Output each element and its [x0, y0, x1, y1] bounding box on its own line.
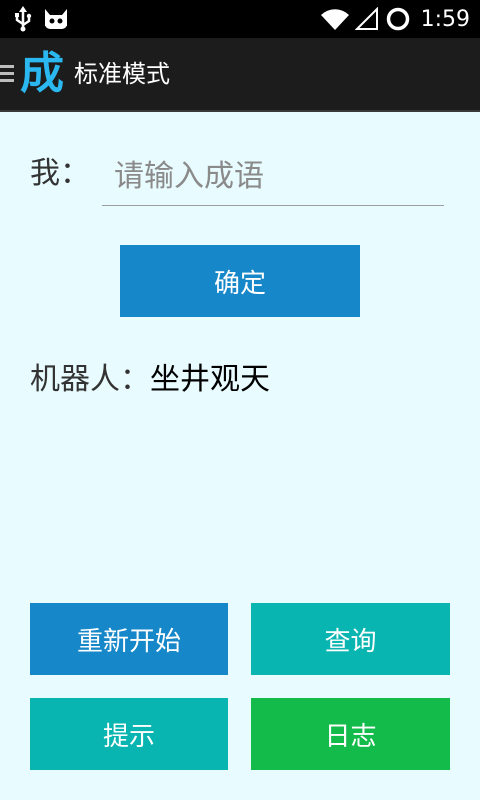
hint-button[interactable]: 提示 — [30, 698, 228, 770]
status-left-icons — [14, 4, 70, 34]
idiom-input[interactable] — [102, 148, 444, 206]
page-title: 标准模式 — [74, 60, 170, 88]
android-debug-icon — [45, 9, 67, 29]
app-logo[interactable]: 成 — [20, 44, 64, 104]
robot-answer: 坐井观天 — [150, 362, 270, 397]
usb-icon — [15, 6, 32, 32]
query-button[interactable]: 查询 — [251, 603, 450, 675]
log-button[interactable]: 日志 — [251, 698, 450, 770]
robot-reply: 机器人：坐井观天 — [30, 358, 270, 402]
action-bar: 成 标准模式 — [0, 38, 480, 112]
restart-button[interactable]: 重新开始 — [30, 603, 228, 675]
signal-icon — [354, 7, 378, 30]
status-bar: 1:59 — [0, 0, 480, 38]
battery-icon — [386, 7, 409, 31]
confirm-button[interactable]: 确定 — [120, 245, 360, 317]
me-label: 我： — [30, 156, 90, 191]
robot-label: 机器人： — [30, 362, 150, 397]
status-right-icons: 1:59 — [320, 4, 470, 34]
wifi-icon — [320, 9, 349, 30]
status-time: 1:59 — [420, 6, 470, 32]
drawer-menu-icon[interactable] — [0, 63, 16, 85]
